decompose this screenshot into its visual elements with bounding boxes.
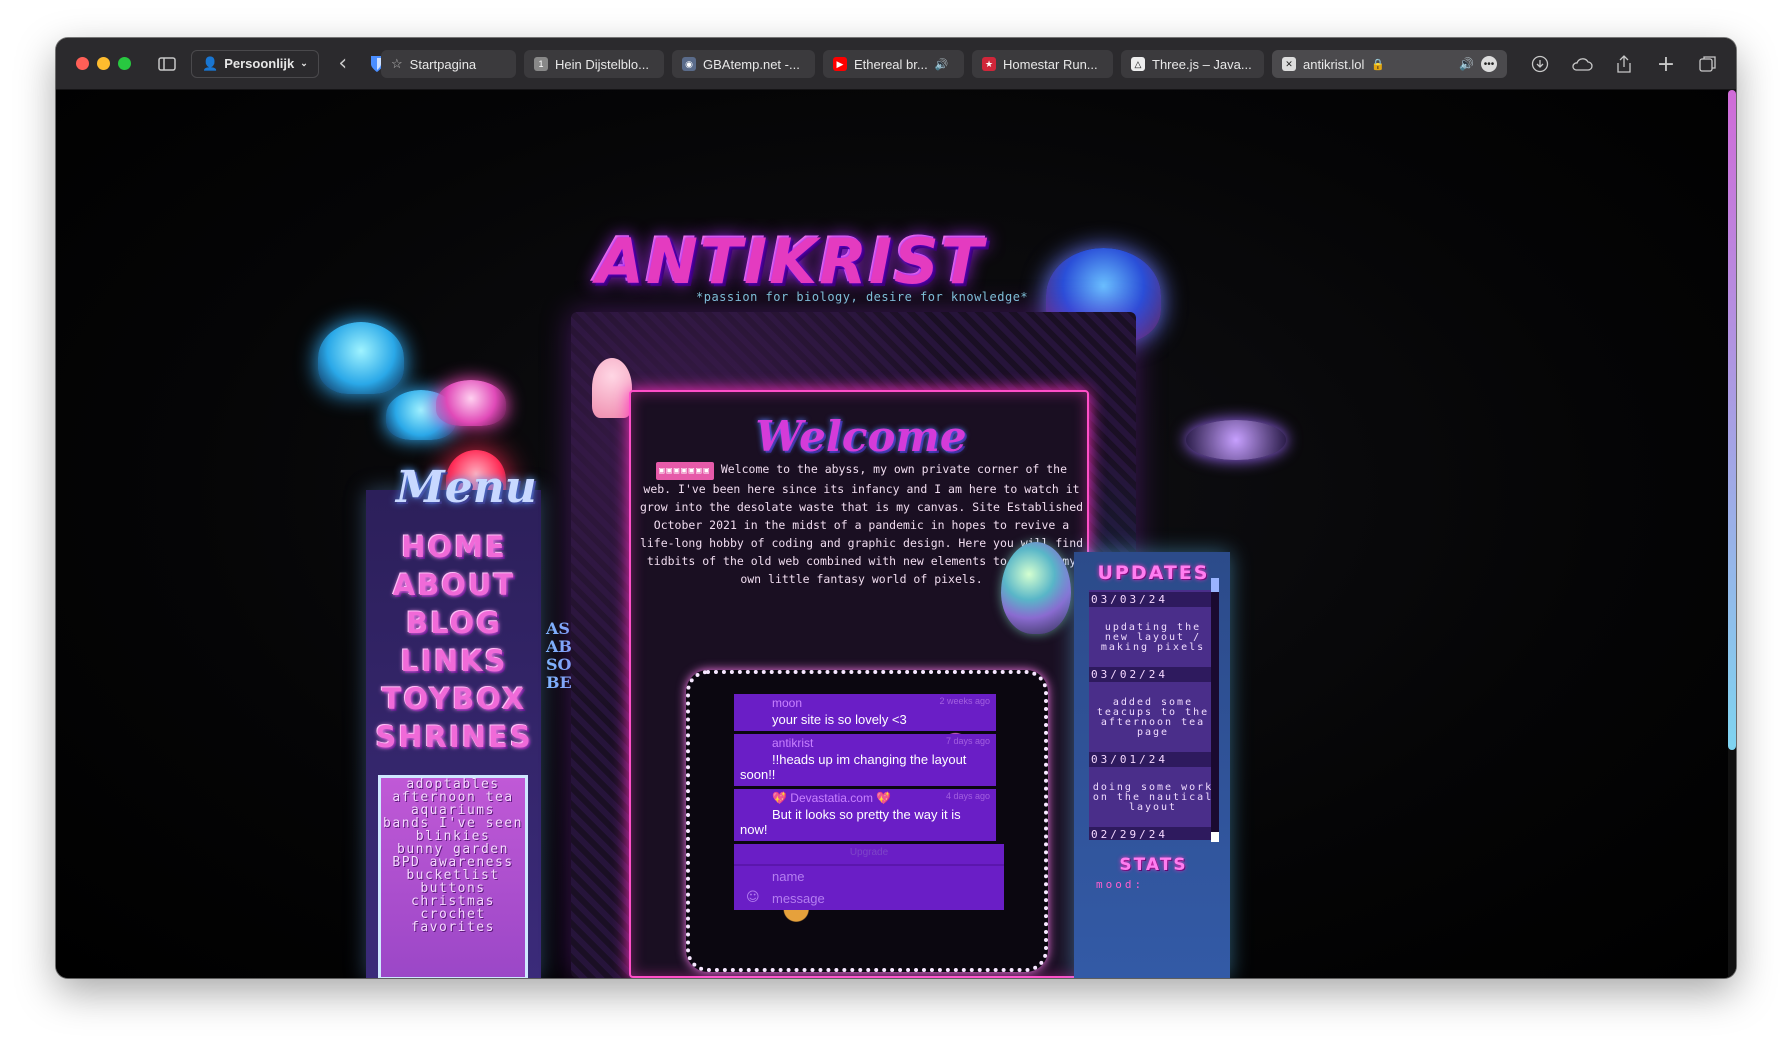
threejs-icon: △: [1131, 57, 1145, 71]
sidebar-toggle-icon[interactable]: [153, 50, 181, 78]
jellyfish-image: [318, 322, 404, 394]
nav-shrines-link[interactable]: SHRINES: [375, 720, 532, 754]
smiley-icon[interactable]: ☺: [746, 890, 760, 905]
welcome-title: Welcome: [755, 412, 967, 461]
tab-antikrist[interactable]: ✕ antikrist.lol 🔒 🔊 •••: [1272, 50, 1507, 78]
chat-text: But it looks so pretty the way it is now…: [740, 807, 961, 837]
zoom-window-button[interactable]: [118, 57, 131, 70]
shrine-link[interactable]: favorites: [381, 921, 525, 934]
upgrade-link[interactable]: Upgrade: [734, 844, 1004, 864]
nav-links-link[interactable]: LINKS: [401, 644, 508, 678]
tab-label: antikrist.lol: [1303, 56, 1365, 72]
site-logo[interactable]: ANTIKRIST: [596, 225, 985, 298]
chat-time: 7 days ago: [945, 736, 990, 746]
chat-text: your site is so lovely <3: [772, 712, 907, 727]
tab-label: Homestar Run...: [1003, 56, 1098, 72]
jellyfish-image: [436, 380, 506, 426]
update-date: 03/02/24: [1089, 667, 1217, 682]
back-arrow-icon[interactable]: ‹: [329, 50, 357, 78]
share-icon[interactable]: [1610, 50, 1638, 78]
download-icon[interactable]: [1526, 50, 1554, 78]
star-icon: ☆: [391, 56, 403, 71]
shrine-list[interactable]: adoptables afternoon tea aquariums bands…: [378, 775, 528, 978]
tab-ethereal[interactable]: ▶ Ethereal br... 🔊: [823, 50, 964, 78]
browser-toolbar: 👤 Persoonlijk ⌄ ‹ ☆ Startpagina 1 Hein D…: [56, 38, 1736, 90]
tab-label: Startpagina: [409, 56, 477, 72]
lock-icon: 🔒: [1371, 58, 1386, 71]
update-text: updating the new layout / making pixels: [1100, 622, 1206, 653]
update-date: 02/29/24: [1089, 827, 1217, 840]
menu-title: Menu: [396, 462, 537, 513]
updates-list[interactable]: 03/03/24 updating the new layout / makin…: [1089, 590, 1217, 840]
tab-homestar-runner[interactable]: ★ Homestar Run...: [972, 50, 1113, 78]
alien-head-image: [1001, 542, 1071, 634]
chevron-down-icon: ⌄: [300, 58, 308, 68]
profile-button[interactable]: 👤 Persoonlijk ⌄: [191, 49, 319, 78]
update-date: 03/03/24: [1089, 592, 1217, 607]
chatbox: moon 2 weeks ago your site is so lovely …: [686, 670, 1048, 972]
updates-title: UPDATES: [1097, 562, 1210, 584]
chat-text: !!heads up im changing the layout soon!!: [740, 752, 967, 782]
webpage-content: ANTIKRIST *passion for biology, desire f…: [56, 90, 1736, 978]
new-tab-plus-icon[interactable]: +: [1652, 50, 1680, 78]
toolbar-right-tools: +: [1526, 50, 1722, 78]
update-text: added some teacups to the afternoon tea …: [1096, 697, 1210, 738]
chat-time: 4 days ago: [945, 791, 990, 801]
browser-window: 👤 Persoonlijk ⌄ ‹ ☆ Startpagina 1 Hein D…: [56, 38, 1736, 978]
updates-scrollbar[interactable]: [1211, 578, 1219, 840]
squid-image: [592, 358, 632, 418]
minimize-window-button[interactable]: [97, 57, 110, 70]
tab-label: Ethereal br...: [854, 56, 928, 72]
more-icon[interactable]: •••: [1481, 56, 1497, 72]
tab-startpagina[interactable]: ☆ Startpagina: [381, 50, 516, 78]
close-x-icon[interactable]: ✕: [1282, 57, 1296, 71]
youtube-icon: ▶: [833, 57, 847, 71]
person-icon: 👤: [202, 55, 219, 71]
mood-label: mood:: [1096, 878, 1145, 891]
squid-image: [1186, 420, 1286, 460]
tab-threejs[interactable]: △ Three.js – Java...: [1121, 50, 1264, 78]
nav-home-link[interactable]: HOME: [401, 530, 507, 564]
nav-toybox-link[interactable]: TOYBOX: [382, 682, 526, 716]
chat-message: antikrist 7 days ago !!heads up im chang…: [734, 734, 996, 786]
stats-title: STATS: [1119, 855, 1188, 875]
chat-name-input[interactable]: name: [734, 866, 1004, 888]
tab-label: Hein Dijstelblo...: [555, 56, 649, 72]
chat-message-input[interactable]: message: [734, 888, 1004, 910]
chat-message: moon 2 weeks ago your site is so lovely …: [734, 694, 996, 731]
tab-strip: ☆ Startpagina 1 Hein Dijstelblo... ◉ GBA…: [381, 50, 1507, 78]
tab-overview-icon[interactable]: [1694, 50, 1722, 78]
close-window-button[interactable]: [76, 57, 89, 70]
main-nav: HOME ABOUT BLOG LINKS TOYBOX SHRINES: [374, 530, 534, 754]
chat-time: 2 weeks ago: [939, 696, 990, 706]
welcome-panel: Welcome ▣▣▣▣▣▣▣ Welcome to the abyss, my…: [629, 390, 1089, 978]
tab-label: Three.js – Java...: [1152, 56, 1252, 72]
nav-about-link[interactable]: ABOUT: [393, 568, 516, 602]
page-scroll-thumb[interactable]: [1728, 90, 1736, 750]
speaker-icon[interactable]: 🔊: [1459, 57, 1474, 71]
nav-blog-link[interactable]: BLOG: [406, 606, 502, 640]
updates-scroll-arrow[interactable]: [1211, 832, 1219, 842]
chat-input-area: Upgrade name message ☺: [734, 844, 1004, 910]
bookmark-1-icon: 1: [534, 57, 548, 71]
window-controls: [76, 57, 131, 70]
updates-scroll-thumb[interactable]: [1211, 578, 1219, 592]
profile-label: Persoonlijk: [224, 56, 295, 71]
update-text: doing some work on the nautical layout: [1092, 782, 1214, 813]
site-tagline: *passion for biology, desire for knowled…: [696, 290, 1029, 304]
speaker-icon[interactable]: 🔊: [935, 58, 949, 71]
update-date: 03/01/24: [1089, 752, 1217, 767]
tab-label: GBAtemp.net -...: [703, 56, 800, 72]
chat-message: 💖 Devastatia.com 💖 4 days ago But it loo…: [734, 789, 996, 841]
homestar-icon: ★: [982, 57, 996, 71]
tab-hein-dijstelbloem[interactable]: 1 Hein Dijstelblo...: [524, 50, 664, 78]
intro-badge: ▣▣▣▣▣▣▣: [655, 462, 714, 480]
cloud-icon[interactable]: [1568, 50, 1596, 78]
vertical-motto: AS ABOVE SO BELOW: [546, 619, 615, 692]
gbatemp-icon: ◉: [682, 57, 696, 71]
tab-gbatemp[interactable]: ◉ GBAtemp.net -...: [672, 50, 815, 78]
